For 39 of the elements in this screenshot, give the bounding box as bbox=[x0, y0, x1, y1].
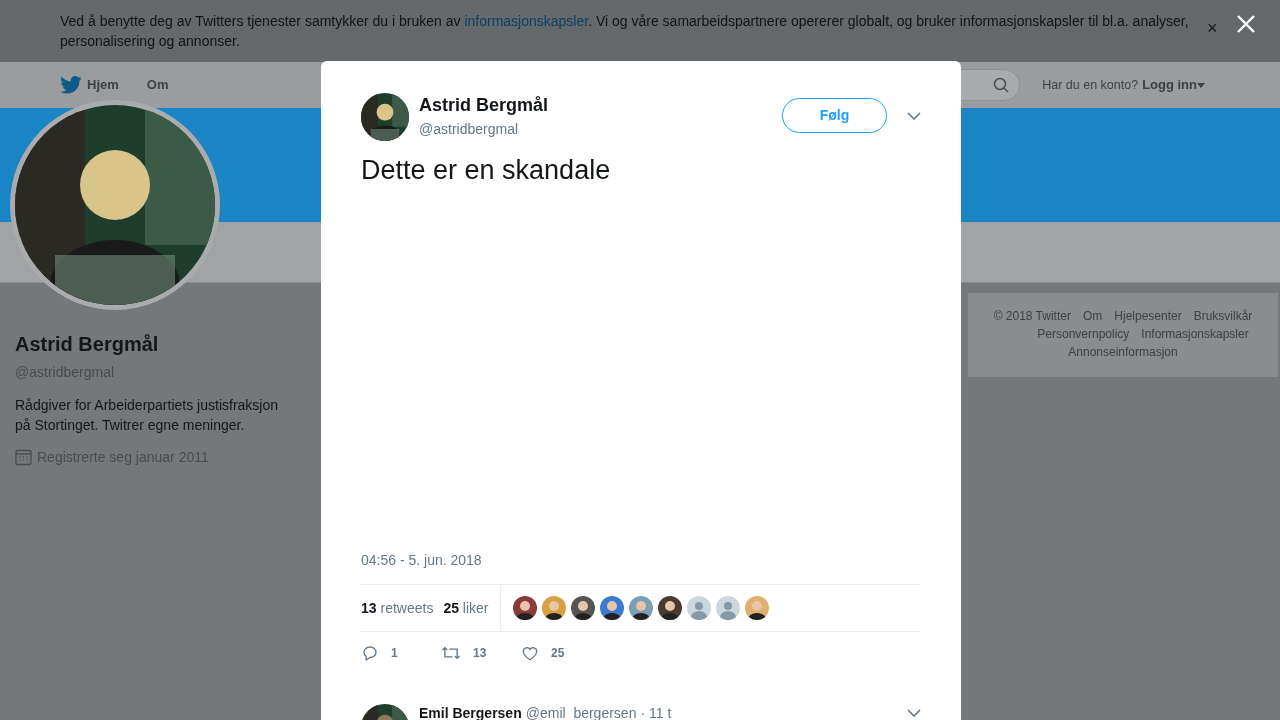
heart-icon bbox=[521, 644, 539, 662]
reply-author-name[interactable]: Emil Bergersen bbox=[419, 703, 522, 720]
profile-bio: Rådgiver for Arbeiderpartiets justisfraksjon på Stortinget. Twitrer egne meninger. bbox=[15, 396, 279, 435]
author-handle[interactable]: @astridbergmal bbox=[419, 119, 549, 140]
action-button[interactable]: 25 bbox=[521, 644, 601, 662]
cookie-notice: Ved å benytte deg av Twitters tjenester samtykker du i bruken av informasjonskapsler. Vi og våre samarbeidspartnere opererer globalt, og bruker informasjonskapsler til bl.a. analyser, personalisering og annonser. bbox=[60, 12, 1190, 51]
footer-link[interactable]: Annonseinformasjon bbox=[1068, 344, 1178, 360]
close-banner-button[interactable]: × bbox=[1207, 19, 1218, 37]
login-link[interactable]: Logg inn bbox=[1142, 75, 1197, 95]
retweet-icon bbox=[441, 644, 461, 662]
chevron-down-icon[interactable] bbox=[907, 709, 921, 717]
reply-icon bbox=[361, 644, 379, 662]
action-button[interactable]: 1 bbox=[361, 644, 441, 662]
caret-icon bbox=[1197, 82, 1205, 88]
cookie-link[interactable]: informasjonskapsler bbox=[464, 13, 589, 29]
close-button[interactable] bbox=[1236, 14, 1256, 34]
bird-icon bbox=[60, 76, 82, 94]
nav-link[interactable]: Om bbox=[146, 75, 169, 95]
chevron-down-icon[interactable] bbox=[907, 112, 921, 120]
footer-link[interactable]: Hjelpesenter bbox=[1114, 308, 1182, 324]
reply-author-handle[interactable]: @emil_bergersen bbox=[525, 703, 637, 720]
tweet-timestamp[interactable]: 04:56 - 5. jun. 2018 bbox=[361, 550, 921, 571]
calendar-icon bbox=[15, 449, 32, 466]
author-name[interactable]: Astrid Bergmål bbox=[419, 94, 549, 116]
footer-link[interactable]: © 2018 Twitter bbox=[993, 308, 1071, 324]
action-button[interactable]: 13 bbox=[441, 644, 521, 662]
tweet-text: Dette er en skandale bbox=[361, 154, 612, 186]
nav-link[interactable]: Hjem bbox=[87, 75, 119, 95]
profile-name: Astrid Bergmål bbox=[15, 332, 160, 357]
search-icon bbox=[993, 77, 1010, 93]
reply-time[interactable]: · 11 t bbox=[640, 703, 672, 720]
close-icon bbox=[1236, 14, 1256, 34]
stat-link[interactable]: 25 liker bbox=[443, 597, 489, 619]
footer-link[interactable]: Bruksvilkår bbox=[1193, 308, 1253, 324]
footer-link[interactable]: Om bbox=[1082, 308, 1103, 324]
footer-link[interactable]: Informasjonskapsler bbox=[1141, 326, 1249, 342]
account-prompt: Har du en konto? bbox=[1042, 76, 1139, 94]
stat-link[interactable]: 13 retweets bbox=[361, 597, 434, 619]
footer-link[interactable]: Personvernpolicy bbox=[1037, 326, 1130, 342]
